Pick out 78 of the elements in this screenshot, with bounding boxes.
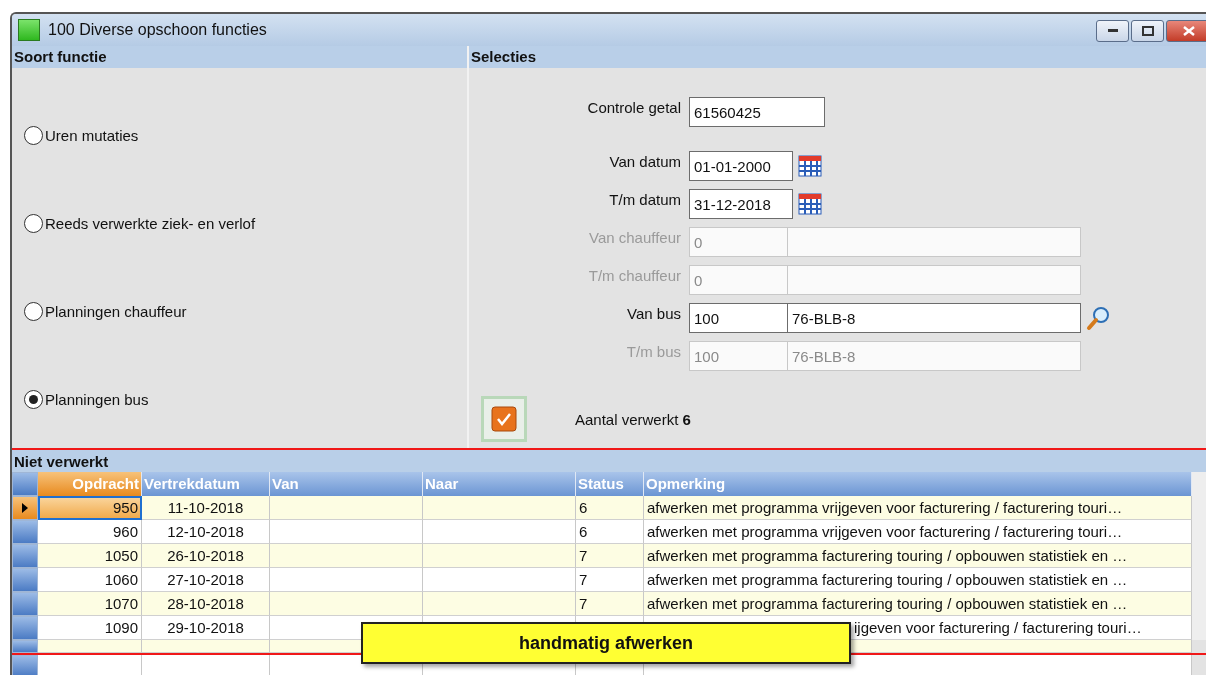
- radio-label: Uren mutaties: [45, 126, 139, 144]
- table-cell: 1060: [38, 568, 142, 593]
- column-header[interactable]: Opdracht: [38, 472, 142, 497]
- date-field[interactable]: 31-12-2018: [689, 189, 793, 220]
- radio-label: Planningen bus: [45, 390, 149, 408]
- radio-option[interactable]: Planningen chauffeur: [24, 300, 467, 323]
- field-label: T/m datum: [608, 190, 682, 209]
- table-cell: 950: [38, 496, 142, 521]
- maximize-button[interactable]: [1131, 20, 1164, 42]
- process-button[interactable]: [481, 396, 527, 443]
- row-header: [12, 655, 38, 675]
- radio-label: Planningen chauffeur: [45, 302, 187, 320]
- scrollbar[interactable]: [1192, 472, 1206, 497]
- radio-button[interactable]: [24, 389, 43, 409]
- field-label: T/m bus: [625, 342, 682, 361]
- table-cell: 1070: [38, 592, 142, 617]
- app-icon: [18, 19, 40, 42]
- maximize-icon: [1141, 26, 1154, 36]
- column-header[interactable]: Van: [270, 472, 423, 497]
- table-cell: 27-10-2018: [142, 568, 270, 593]
- callout-note: handmatig afwerken: [361, 622, 851, 664]
- column-header[interactable]: Vertrekdatum: [142, 472, 270, 497]
- current-row-icon: [21, 502, 29, 515]
- radio-button[interactable]: [24, 125, 43, 145]
- table-cell: afwerken met programma vrijgeven voor facturering / facturering touri…: [644, 496, 1192, 521]
- search-icon[interactable]: [1086, 305, 1112, 332]
- minimize-icon: [1107, 29, 1118, 33]
- calendar-icon[interactable]: [798, 154, 822, 179]
- column-header[interactable]: Opmerking: [644, 472, 1192, 497]
- scrollbar[interactable]: [1192, 616, 1206, 641]
- description-field[interactable]: [788, 265, 1081, 296]
- close-icon: [1183, 26, 1195, 36]
- processed-count: Aantal verwerkt 6: [575, 410, 691, 428]
- radio-option[interactable]: Uren mutaties: [24, 124, 467, 147]
- radio-label: Reeds verwerkte ziek- en verlof: [45, 214, 256, 232]
- column-header[interactable]: Naar: [423, 472, 576, 497]
- field-label: Van datum: [608, 152, 682, 171]
- radio-option[interactable]: Planningen bus: [24, 388, 467, 411]
- radio-option[interactable]: Reeds verwerkte ziek- en verlof: [24, 212, 467, 235]
- grid-title: Niet verwerkt: [12, 450, 1206, 473]
- calendar-icon[interactable]: [798, 192, 822, 217]
- table-cell: 1090: [38, 616, 142, 641]
- table-cell: 960: [38, 520, 142, 545]
- window-title: 100 Diverse opschoon functies: [48, 21, 268, 40]
- code-field[interactable]: 100: [689, 303, 788, 334]
- row-header: [12, 472, 38, 497]
- table-cell: afwerken met programma facturering touring / opbouwen statistiek en …: [644, 592, 1192, 617]
- table-cell: 12-10-2018: [142, 520, 270, 545]
- input-field[interactable]: 61560425: [689, 97, 825, 128]
- radio-button[interactable]: [24, 213, 43, 233]
- table-cell: 7: [576, 544, 644, 569]
- table-cell: afwerken met programma facturering touring / opbouwen statistiek en …: [644, 568, 1192, 593]
- checkmark-icon: [491, 406, 517, 433]
- table-cell: 28-10-2018: [142, 592, 270, 617]
- table-cell: 1050: [38, 544, 142, 569]
- column-header[interactable]: Status: [576, 472, 644, 497]
- field-label: Van chauffeur: [588, 228, 682, 247]
- section-heading: Selecties: [469, 46, 1206, 69]
- table-cell: afwerken met programma vrijgeven voor facturering / facturering touri…: [644, 520, 1192, 545]
- description-field[interactable]: [788, 227, 1081, 258]
- section-heading: Soort functie: [12, 46, 467, 69]
- row-header[interactable]: [12, 496, 38, 521]
- table-cell: 29-10-2018: [142, 616, 270, 641]
- table-cell: 26-10-2018: [142, 544, 270, 569]
- field-label: Controle getal: [586, 98, 682, 117]
- field-label: Van bus: [626, 304, 682, 323]
- table-cell: 11-10-2018: [142, 496, 270, 521]
- table-cell: 6: [576, 520, 644, 545]
- field-label: T/m chauffeur: [587, 266, 682, 285]
- radio-button[interactable]: [24, 301, 43, 321]
- table-cell: 6: [576, 496, 644, 521]
- table-cell: afwerken met programma facturering touring / opbouwen statistiek en …: [644, 544, 1192, 569]
- table-cell: 7: [576, 592, 644, 617]
- close-button[interactable]: [1166, 20, 1206, 42]
- minimize-button[interactable]: [1096, 20, 1129, 42]
- date-field[interactable]: 01-01-2000: [689, 151, 793, 182]
- description-field[interactable]: 76-BLB-8: [788, 303, 1081, 334]
- table-cell: 7: [576, 568, 644, 593]
